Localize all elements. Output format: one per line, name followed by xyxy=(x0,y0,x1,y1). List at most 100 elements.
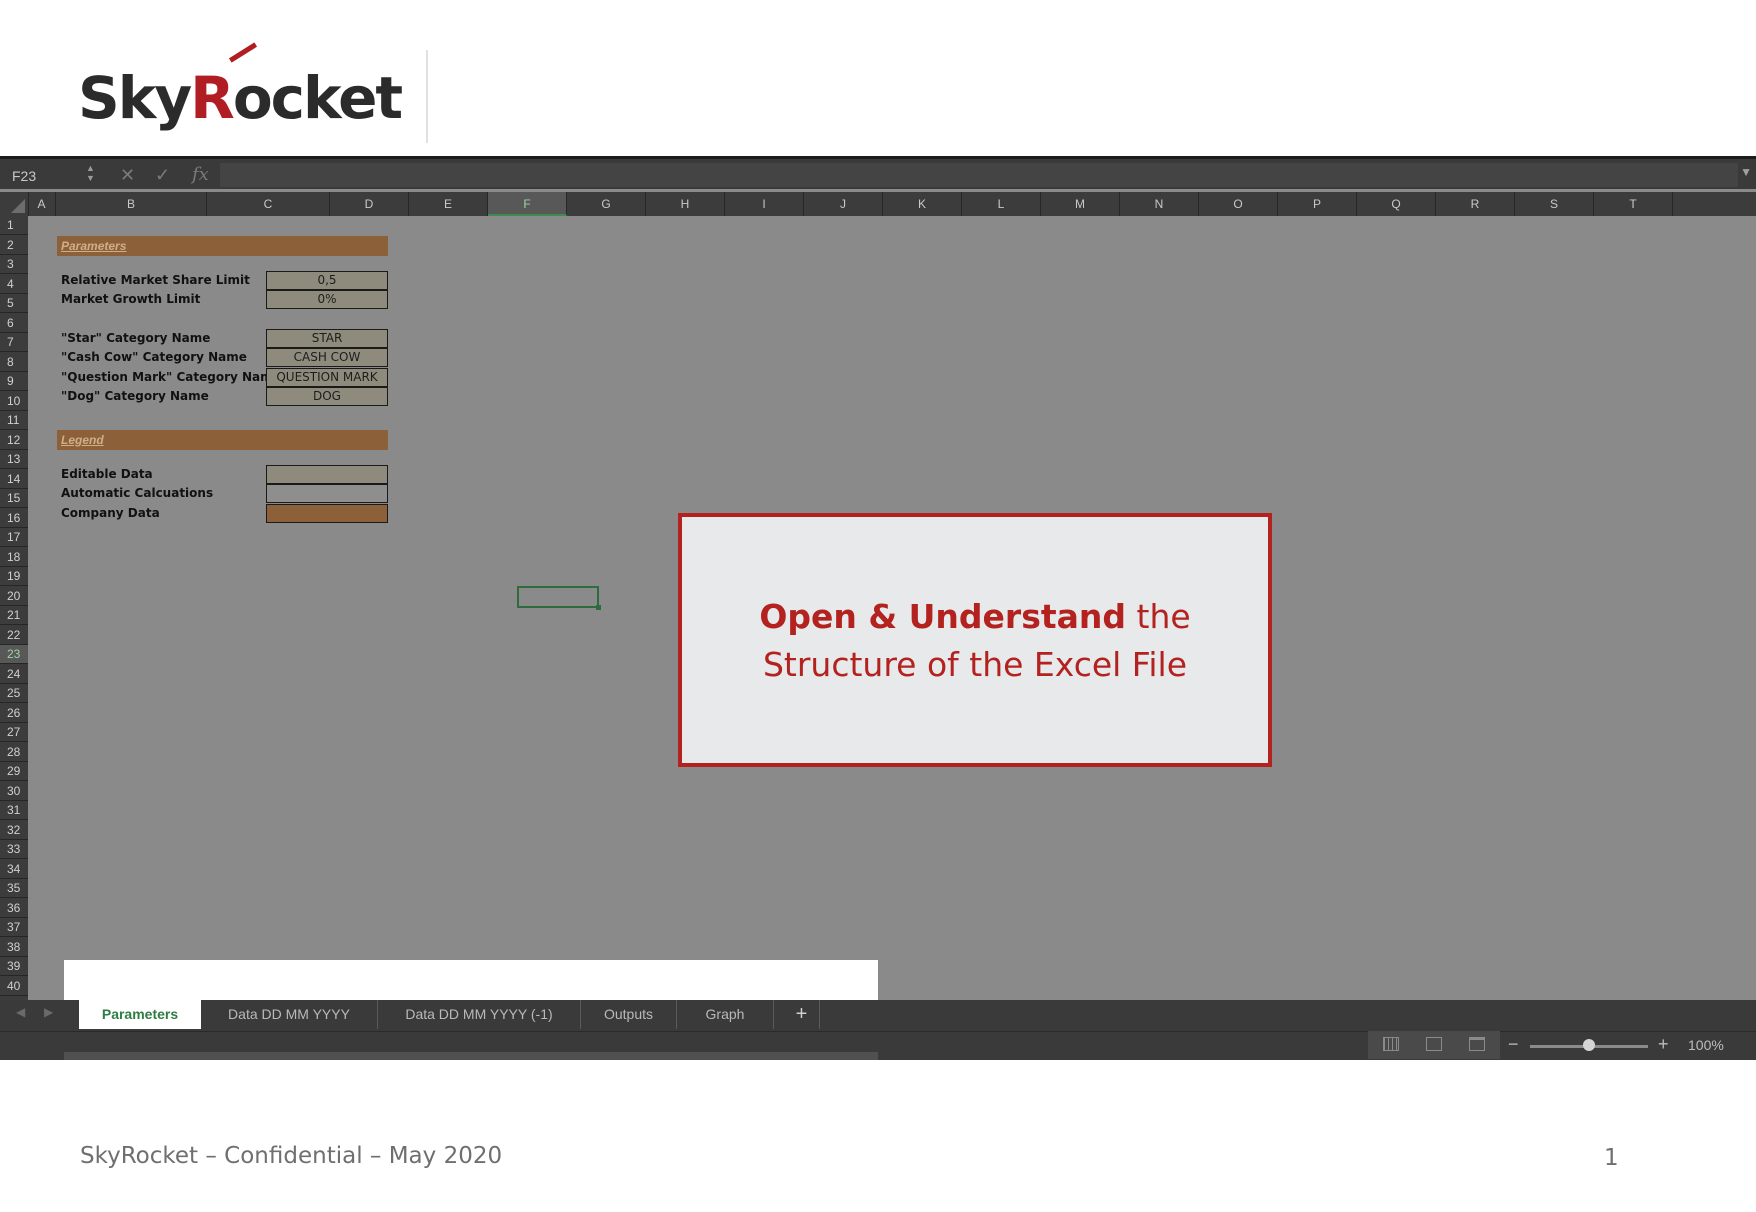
row-header-24[interactable]: 24 xyxy=(0,665,28,684)
row-header-16[interactable]: 16 xyxy=(0,509,28,528)
row-header-20[interactable]: 20 xyxy=(0,587,28,606)
row-header-40[interactable]: 40 xyxy=(0,977,28,996)
row-header-4[interactable]: 4 xyxy=(0,275,28,294)
column-header-n[interactable]: N xyxy=(1120,192,1199,216)
row-header-5[interactable]: 5 xyxy=(0,294,28,314)
row-header-19[interactable]: 19 xyxy=(0,567,28,587)
column-header-e[interactable]: E xyxy=(409,192,488,216)
row-header-15[interactable]: 15 xyxy=(0,489,28,509)
add-sheet-button[interactable]: + xyxy=(784,1000,820,1029)
column-header-p[interactable]: P xyxy=(1278,192,1357,216)
row-header-13[interactable]: 13 xyxy=(0,450,28,470)
column-header-o[interactable]: O xyxy=(1199,192,1278,216)
zoom-level[interactable]: 100% xyxy=(1688,1037,1724,1053)
normal-view-icon[interactable] xyxy=(1383,1037,1399,1051)
row-header-1[interactable]: 1 xyxy=(0,216,28,236)
column-header-c[interactable]: C xyxy=(207,192,330,216)
label-company-data: Company Data xyxy=(61,506,160,520)
callout-bold-text: Open & Understand xyxy=(759,597,1127,636)
row-header-33[interactable]: 33 xyxy=(0,840,28,860)
zoom-slider-thumb[interactable] xyxy=(1583,1039,1595,1051)
expand-formula-icon[interactable]: ▼ xyxy=(1740,165,1752,179)
tab-graph[interactable]: Graph xyxy=(677,1000,774,1029)
row-header-3[interactable]: 3 xyxy=(0,255,28,275)
column-header-d[interactable]: D xyxy=(330,192,409,216)
name-box-spinner-icon[interactable]: ▲ ▼ xyxy=(86,163,95,183)
row-header-25[interactable]: 25 xyxy=(0,684,28,704)
row-header-22[interactable]: 22 xyxy=(0,626,28,645)
column-header-g[interactable]: G xyxy=(567,192,646,216)
legend-company-swatch[interactable] xyxy=(266,504,388,523)
column-header-h[interactable]: H xyxy=(646,192,725,216)
row-header-35[interactable]: 35 xyxy=(0,879,28,899)
column-header-b[interactable]: B xyxy=(56,192,207,216)
cell-market-growth[interactable]: 0% xyxy=(266,290,388,309)
column-header-s[interactable]: S xyxy=(1515,192,1594,216)
cell-star-category[interactable]: STAR xyxy=(266,329,388,348)
legend-editable-swatch[interactable] xyxy=(266,465,388,484)
row-header-34[interactable]: 34 xyxy=(0,860,28,879)
column-header-k[interactable]: K xyxy=(883,192,962,216)
row-header-14[interactable]: 14 xyxy=(0,470,28,489)
row-header-17[interactable]: 17 xyxy=(0,528,28,548)
row-header-10[interactable]: 10 xyxy=(0,392,28,411)
row-header-2[interactable]: 2 xyxy=(0,236,28,255)
parameters-section-header: Parameters xyxy=(57,236,388,256)
cell-dog-category[interactable]: DOG xyxy=(266,387,388,406)
function-icon[interactable]: fx xyxy=(192,163,209,187)
row-header-29[interactable]: 29 xyxy=(0,762,28,782)
row-header-9[interactable]: 9 xyxy=(0,372,28,392)
active-cell-f23[interactable] xyxy=(517,586,601,610)
row-header-36[interactable]: 36 xyxy=(0,899,28,918)
footer-confidential-text: SkyRocket – Confidential – May 2020 xyxy=(80,1143,503,1169)
label-automatic-calculations: Automatic Calcuations xyxy=(61,486,214,500)
row-header-23[interactable]: 23 xyxy=(0,645,28,665)
tab-data-previous[interactable]: Data DD MM YYYY (-1) xyxy=(378,1000,581,1029)
logo-accent-mark xyxy=(228,42,258,63)
zoom-in-button[interactable]: + xyxy=(1658,1034,1669,1055)
column-header-j[interactable]: J xyxy=(804,192,883,216)
confirm-icon[interactable]: ✓ xyxy=(155,163,170,187)
row-header-12[interactable]: 12 xyxy=(0,431,28,450)
column-header-l[interactable]: L xyxy=(962,192,1041,216)
row-header-27[interactable]: 27 xyxy=(0,723,28,743)
row-header-18[interactable]: 18 xyxy=(0,548,28,567)
row-header-11[interactable]: 11 xyxy=(0,411,28,431)
legend-section-header: Legend xyxy=(57,430,388,450)
cell-relative-market-share[interactable]: 0,5 xyxy=(266,271,388,290)
column-header-q[interactable]: Q xyxy=(1357,192,1436,216)
row-header-8[interactable]: 8 xyxy=(0,353,28,372)
column-header-m[interactable]: M xyxy=(1041,192,1120,216)
select-all-corner[interactable] xyxy=(0,192,29,216)
tab-data-current[interactable]: Data DD MM YYYY xyxy=(201,1000,378,1029)
cell-question-mark-category[interactable]: QUESTION MARK xyxy=(266,368,388,387)
page-layout-view-icon[interactable] xyxy=(1426,1037,1442,1051)
column-header-t[interactable]: T xyxy=(1594,192,1673,216)
row-header-26[interactable]: 26 xyxy=(0,704,28,723)
row-header-21[interactable]: 21 xyxy=(0,606,28,626)
row-header-6[interactable]: 6 xyxy=(0,314,28,333)
tab-outputs[interactable]: Outputs xyxy=(581,1000,677,1029)
row-header-39[interactable]: 39 xyxy=(0,957,28,977)
row-header-32[interactable]: 32 xyxy=(0,821,28,840)
row-header-38[interactable]: 38 xyxy=(0,938,28,957)
prev-sheet-icon[interactable]: ◀ xyxy=(16,1005,25,1019)
row-header-37[interactable]: 37 xyxy=(0,918,28,938)
zoom-out-button[interactable]: − xyxy=(1508,1034,1519,1055)
row-header-30[interactable]: 30 xyxy=(0,782,28,801)
column-header-i[interactable]: I xyxy=(725,192,804,216)
column-header-a[interactable]: A xyxy=(28,192,56,216)
cell-cash-cow-category[interactable]: CASH COW xyxy=(266,348,388,367)
row-header-31[interactable]: 31 xyxy=(0,801,28,821)
tab-area-backdrop xyxy=(64,960,878,1001)
tab-parameters[interactable]: Parameters xyxy=(79,1000,201,1029)
column-header-f[interactable]: F xyxy=(488,192,567,216)
row-header-7[interactable]: 7 xyxy=(0,333,28,353)
row-header-28[interactable]: 28 xyxy=(0,743,28,762)
formula-input[interactable] xyxy=(220,163,1738,187)
column-header-r[interactable]: R xyxy=(1436,192,1515,216)
cancel-icon[interactable]: ✕ xyxy=(120,163,135,187)
page-break-view-icon[interactable] xyxy=(1469,1037,1485,1051)
next-sheet-icon[interactable]: ▶ xyxy=(44,1005,53,1019)
legend-automatic-swatch[interactable] xyxy=(266,484,388,503)
